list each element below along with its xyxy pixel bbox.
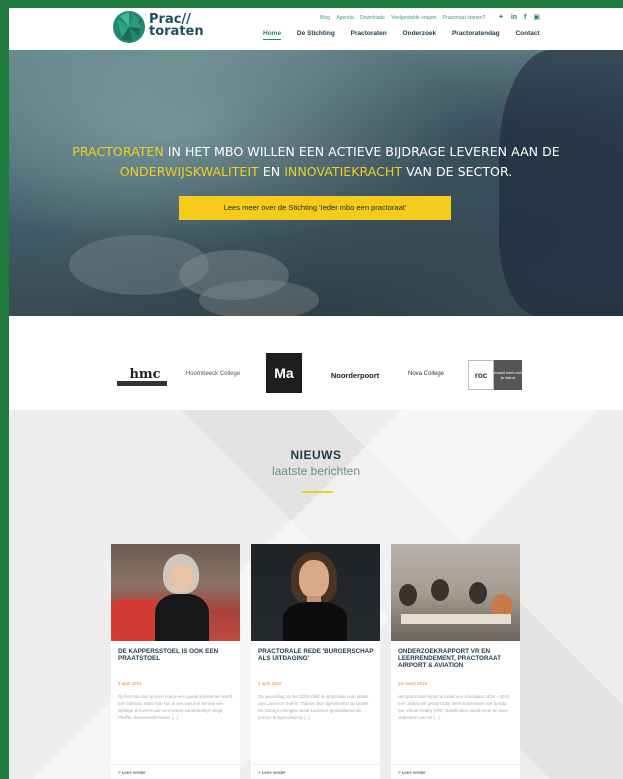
top-link-practoraat-starten[interactable]: Practoraat starten? (443, 15, 486, 21)
hmc-logo-text: hmc (129, 366, 161, 382)
hero-text: EN (258, 164, 285, 179)
hero-heading: PRACTORATEN IN HET MBO WILLEN EEN ACTIEV… (9, 142, 623, 182)
partner-logo-noorderpoort[interactable]: Noorderpoort (321, 369, 389, 381)
hero-photo-figure (499, 50, 623, 316)
main-nav: Home De Stichting Practoraten Onderzoek … (263, 30, 554, 40)
twitter-icon[interactable]: ✦ (498, 14, 504, 21)
site-logo[interactable]: Prac// toraten (112, 10, 204, 48)
news-card-excerpt: Het practoraat Airport & Aviation is sch… (398, 694, 510, 720)
hero-highlight: PRACTORATEN (72, 144, 164, 159)
top-link-faq[interactable]: Veelgestelde vragen (391, 15, 436, 21)
partner-logo-nova-college[interactable]: Nova College (396, 367, 456, 381)
hero-highlight: ONDERWIJSKWALITEIT (119, 164, 259, 179)
hoornbeeck-logo-text: Hoornbeeck College (185, 371, 241, 377)
hero-photo-bowl (199, 280, 319, 316)
hero-banner: PRACTORATEN IN HET MBO WILLEN EEN ACTIEV… (9, 50, 623, 316)
news-card-image[interactable] (111, 544, 240, 641)
read-more-link[interactable]: > Lees verder (118, 770, 146, 775)
news-card[interactable]: ONDERZOEKRAPPORT VR EN LEERRENDEMENT, PR… (391, 544, 520, 779)
youtube-icon[interactable]: ▣ (533, 14, 540, 21)
partner-logos: hmc Hoornbeeck College Ma Noorderpoort N… (9, 316, 623, 410)
nav-practoratendag[interactable]: Practoratendag (452, 30, 500, 37)
hero-cta-button[interactable]: Lees meer over de Stichting 'Ieder mbo e… (179, 196, 451, 220)
top-links: Blog Agenda Downloads Veelgestelde vrage… (315, 15, 485, 21)
top-link-blog[interactable]: Blog (320, 15, 330, 21)
nova-logo-text: Nova College (407, 371, 445, 377)
roc-tagline: maakt werk van je talent (494, 360, 522, 390)
nav-de-stichting[interactable]: De Stichting (297, 30, 335, 37)
logo-line2: toraten (149, 24, 204, 39)
nav-practoraten[interactable]: Practoraten (351, 30, 387, 37)
read-more-link[interactable]: > Lees verder (398, 770, 426, 775)
roc-logo-text: roc (468, 360, 494, 390)
nav-contact[interactable]: Contact (515, 30, 539, 37)
noorderpoort-logo-text: Noorderpoort (330, 370, 380, 380)
news-card-excerpt: Op woensdag 15 mei 2019 vindt de practor… (258, 694, 369, 720)
top-link-downloads[interactable]: Downloads (360, 15, 385, 21)
news-subheading: laatste berichten (271, 464, 361, 478)
partner-logo-hoornbeeck[interactable]: Hoornbeeck College (185, 366, 241, 382)
ma-logo-text: Ma (274, 365, 294, 381)
news-card-date: 18 maart 2019 (398, 681, 428, 686)
nav-onderzoek[interactable]: Onderzoek (403, 30, 437, 37)
news-card-date: 9 april 2019 (118, 681, 142, 686)
page: Prac// toraten Blog Agenda Downloads Vee… (9, 8, 623, 779)
partner-logo-hmc[interactable]: hmc (117, 359, 173, 389)
news-card-date: 4 april 2019 (258, 681, 282, 686)
news-card-image[interactable] (391, 544, 520, 641)
news-divider (302, 491, 333, 493)
news-section: NIEUWS laatste berichten DE KAPPERSSTOEL… (9, 410, 623, 779)
linkedin-icon[interactable]: in (511, 14, 517, 21)
partner-logo-roc[interactable]: roc maakt werk van je talent (467, 360, 523, 390)
hero-text: IN HET MBO WILLEN EEN ACTIEVE BIJDRAGE L… (163, 144, 560, 159)
news-card-title[interactable]: DE KAPPERSSTOEL IS OOK EEN PRAATSTOEL (118, 648, 236, 662)
social-icons: ✦ in f ▣ (493, 13, 540, 21)
logo-text: Prac// toraten (149, 13, 204, 39)
news-heading: NIEUWS (290, 448, 342, 462)
logo-globe-icon (113, 11, 145, 43)
site-header: Prac// toraten Blog Agenda Downloads Vee… (9, 8, 623, 50)
news-card[interactable]: DE KAPPERSSTOEL IS OOK EEN PRAATSTOEL 9 … (111, 544, 240, 779)
news-card-title[interactable]: PRACTORALE REDE 'BURGERSCHAP ALS UITDAGI… (258, 648, 376, 662)
news-card-image[interactable] (251, 544, 380, 641)
news-card-title[interactable]: ONDERZOEKRAPPORT VR EN LEERRENDEMENT, PR… (398, 648, 516, 669)
news-card[interactable]: PRACTORALE REDE 'BURGERSCHAP ALS UITDAGI… (251, 544, 380, 779)
read-more-link[interactable]: > Lees verder (258, 770, 286, 775)
facebook-icon[interactable]: f (524, 14, 526, 21)
top-link-agenda[interactable]: Agenda (336, 15, 353, 21)
hero-text: VAN DE SECTOR. (402, 164, 513, 179)
news-card-excerpt: Op het mbo kun je leren hoe je een goede… (118, 694, 234, 720)
nav-home[interactable]: Home (263, 30, 282, 40)
hero-highlight: INNOVATIEKRACHT (284, 164, 403, 179)
partner-logo-ma[interactable]: Ma (266, 353, 302, 393)
